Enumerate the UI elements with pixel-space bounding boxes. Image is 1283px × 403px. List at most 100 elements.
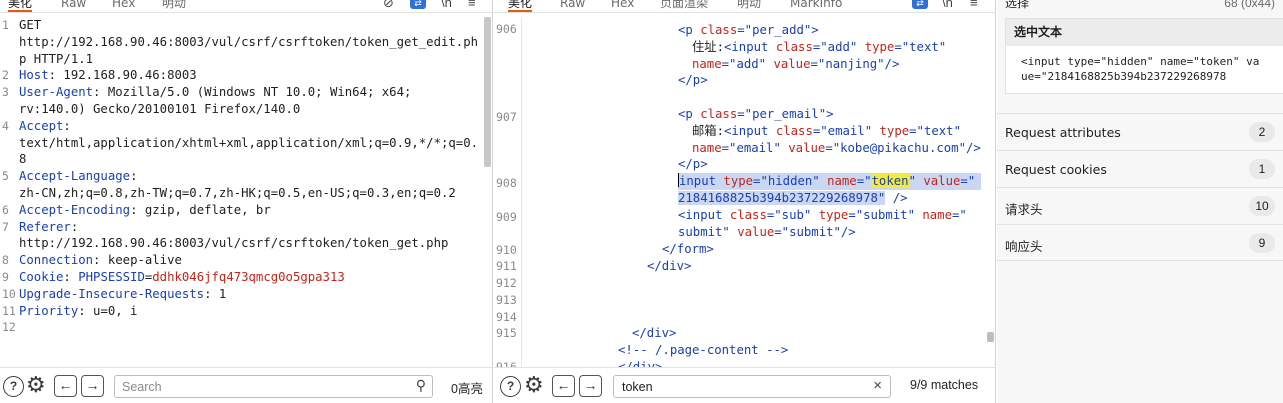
newline-icon[interactable]: \n	[942, 0, 953, 11]
response-search-bar: ? ⚙ ← → token × 9/9 matches	[494, 367, 995, 403]
selected-text-content[interactable]: <input type="hidden" name="token" va ue=…	[1006, 46, 1283, 84]
count-badge: 9	[1249, 233, 1275, 253]
tab-pretty[interactable]: 美化	[8, 0, 33, 12]
request-panel: 美化 Raw Hex 明动 ⊘ ⇄ \n ≡ 1 GET http://192.1…	[0, 0, 493, 403]
row-label: Request attributes	[1005, 125, 1121, 140]
header-value: ddhk046jfq473qmcg0o5gpa313	[152, 269, 345, 284]
request-line: 10 Upgrade-Insecure-Requests: 1	[0, 286, 483, 303]
header-value: GET http://192.168.90.46:8003/vul/csrf/c…	[19, 18, 479, 66]
previous-button[interactable]: ←	[552, 375, 575, 397]
header-value: : 1	[204, 286, 227, 301]
row-label: 响应头	[1005, 239, 1043, 254]
inspector-panel: 选择 68 (0x44) 选中文本 <input type="hidden" n…	[997, 0, 1283, 403]
line-number: 11	[2, 303, 16, 318]
request-line: 12	[0, 319, 483, 336]
request-line: 9 Cookie: PHPSESSID=ddhk046jfq473qmcg0o5g…	[0, 269, 483, 286]
next-button[interactable]: →	[81, 375, 104, 397]
header-name: User-Agent	[19, 85, 94, 100]
request-line: 7 Referer: http://192.168.90.46:8003/vul/…	[0, 219, 483, 253]
header-value: : text/html,application/xhtml+xml,applic…	[19, 118, 479, 167]
clear-icon[interactable]: ×	[873, 377, 882, 394]
search-value: token	[622, 380, 653, 394]
line-number: 7	[2, 219, 9, 234]
gear-icon[interactable]: ⚙	[26, 373, 46, 397]
selected-text-title[interactable]: 选中文本	[1006, 19, 1283, 46]
line-number: 5	[2, 169, 9, 184]
request-highlight-count: 0高亮	[451, 382, 483, 396]
tab-render[interactable]: 页面渲染	[660, 0, 708, 11]
line-number: 12	[2, 320, 16, 335]
request-line: 2 Host: 192.168.90.46:8003	[0, 67, 483, 84]
line-number: 4	[2, 118, 9, 133]
request-line: 6 Accept-Encoding: gzip, deflate, br	[0, 202, 483, 219]
header-name: Priority	[19, 303, 79, 318]
header-name: Host	[19, 68, 49, 83]
request-line: 11 Priority: u=0, i	[0, 303, 483, 320]
line-number: 10	[2, 286, 16, 301]
request-line: 3 User-Agent: Mozilla/5.0 (Windows NT 10.…	[0, 84, 483, 118]
help-icon[interactable]: ?	[3, 376, 24, 397]
tab-pretty[interactable]: 美化	[508, 0, 533, 12]
tab-markinfo[interactable]: MarkInfo	[790, 0, 842, 11]
previous-button[interactable]: ←	[54, 375, 77, 397]
header-name: Cookie	[19, 269, 64, 284]
response-search-input[interactable]: token ×	[613, 375, 891, 398]
header-value: : 192.168.90.46:8003	[48, 68, 197, 83]
newline-icon[interactable]: \n	[441, 0, 452, 11]
line-number: 9	[2, 269, 9, 284]
header-name: Accept-Language	[19, 169, 131, 184]
wrap-toggle-icon[interactable]: ⇄	[410, 0, 426, 9]
header-value: : keep-alive	[93, 253, 182, 268]
menu-icon[interactable]: ≡	[970, 0, 978, 11]
count-badge: 2	[1249, 122, 1275, 142]
header-name: Referer	[19, 219, 71, 234]
request-editor[interactable]: 1 GET http://192.168.90.46:8003/vul/csrf/…	[0, 17, 483, 336]
tab-raw[interactable]: Raw	[560, 0, 585, 11]
menu-icon[interactable]: ≡	[468, 0, 476, 11]
tab-hex[interactable]: Hex	[611, 0, 634, 11]
inspector-row-request-attributes[interactable]: Request attributes 2	[997, 113, 1283, 150]
header-value: : http://192.168.90.46:8003/vul/csrf/csr…	[19, 219, 449, 251]
inspector-row-request-headers[interactable]: 请求头 10	[997, 187, 1283, 224]
count-badge: 1	[1249, 159, 1275, 179]
request-line: 8 Connection: keep-alive	[0, 252, 483, 269]
response-scrollbar[interactable]	[986, 17, 995, 365]
header-name: PHPSESSID	[78, 269, 145, 284]
tab-hex[interactable]: Hex	[112, 0, 135, 11]
match-count: 9/9 matches	[910, 378, 979, 392]
selection-length: 68 (0x44)	[1224, 0, 1275, 10]
request-tabbar: 美化 Raw Hex 明动 ⊘ ⇄ \n ≡	[0, 0, 492, 13]
inspector-row-request-cookies[interactable]: Request cookies 1	[997, 150, 1283, 187]
inspector-selection-title: 选择	[1005, 0, 1030, 10]
header-name: Accept	[19, 118, 64, 133]
gear-icon[interactable]: ⚙	[524, 373, 544, 397]
response-tabbar: 美化 Raw Hex 页面渲染 明动 MarkInfo ⇄ \n ≡	[494, 0, 995, 13]
header-name: Upgrade-Insecure-Requests	[19, 286, 205, 301]
search-placeholder: Search	[122, 380, 162, 394]
header-value: :	[63, 269, 79, 284]
header-value: : gzip, deflate, br	[130, 202, 271, 217]
line-number: 3	[2, 85, 9, 100]
line-number: 6	[2, 202, 9, 217]
count-badge: 10	[1249, 196, 1275, 216]
request-line: 5 Accept-Language: zh-CN,zh;q=0.8,zh-TW;q…	[0, 168, 483, 202]
request-search-input[interactable]: Search ⚲	[114, 375, 433, 398]
next-button[interactable]: →	[579, 375, 602, 397]
help-icon[interactable]: ?	[500, 376, 521, 397]
line-number: 1	[2, 18, 9, 32]
response-panel: 美化 Raw Hex 页面渲染 明动 MarkInfo ⇄ \n ≡ 906 <…	[494, 0, 996, 403]
row-label: 请求头	[1005, 202, 1043, 217]
hide-icon[interactable]: ⊘	[383, 0, 394, 11]
request-line: 1 GET http://192.168.90.46:8003/vul/csrf/…	[0, 17, 483, 67]
line-number: 2	[2, 68, 9, 83]
tab-raw[interactable]: Raw	[61, 0, 86, 11]
header-value: : u=0, i	[78, 303, 138, 318]
request-search-bar: ? ⚙ ← → Search ⚲ 0高亮	[0, 367, 492, 403]
request-scrollbar[interactable]	[483, 17, 492, 365]
line-number: 8	[2, 253, 9, 268]
tab-explain[interactable]: 明动	[162, 0, 186, 11]
wrap-toggle-icon[interactable]: ⇄	[912, 0, 928, 9]
inspector-row-response-headers[interactable]: 响应头 9	[997, 224, 1283, 261]
tab-explain[interactable]: 明动	[737, 0, 761, 11]
search-icon: ⚲	[415, 377, 426, 393]
